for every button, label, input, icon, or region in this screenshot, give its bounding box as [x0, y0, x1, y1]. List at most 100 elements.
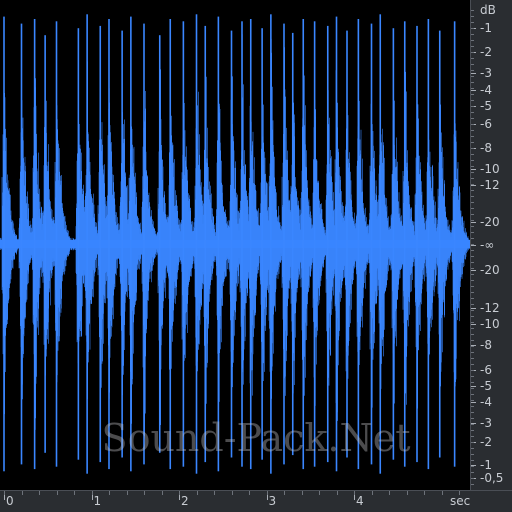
db-scale-label: -∞ [480, 238, 495, 252]
db-scale-label: -2 [480, 45, 492, 59]
db-minor-tick [471, 442, 474, 443]
time-minor-tick [214, 491, 215, 495]
waveform-burst [169, 19, 172, 470]
db-scale-label: -4 [480, 395, 492, 409]
db-minor-tick [471, 220, 474, 221]
waveform-burst [302, 19, 305, 470]
time-minor-tick [197, 491, 198, 495]
time-minor-tick [109, 491, 110, 495]
db-minor-tick [471, 292, 474, 293]
db-scale-label: -4 [480, 83, 492, 97]
waveform-burst [55, 21, 58, 467]
time-minor-tick [442, 491, 443, 495]
db-minor-tick [471, 136, 474, 137]
waveform-burst [230, 30, 233, 458]
db-minor-tick [471, 10, 474, 11]
waveform-burst [379, 14, 382, 474]
waveform-burst [158, 35, 161, 453]
time-minor-tick [372, 491, 373, 495]
db-minor-tick [471, 478, 474, 479]
waveform-burst [3, 16, 5, 472]
waveform-display[interactable] [0, 0, 470, 490]
db-minor-tick [471, 58, 474, 59]
db-scale-tick [471, 245, 476, 246]
waveform-burst [217, 16, 220, 472]
waveform-burst [427, 19, 430, 470]
db-scale-label: -6 [480, 363, 492, 377]
time-minor-tick [39, 491, 40, 495]
db-minor-tick [471, 376, 474, 377]
db-scale-label: -3 [480, 66, 492, 80]
db-scale-tick [471, 185, 476, 186]
waveform-burst [249, 19, 252, 470]
time-minor-tick [267, 491, 268, 495]
time-minor-tick [4, 491, 5, 495]
time-minor-tick [337, 491, 338, 495]
db-minor-tick [471, 394, 474, 395]
time-minor-tick [319, 491, 320, 495]
db-minor-tick [471, 52, 474, 53]
db-minor-tick [471, 430, 474, 431]
db-minor-tick [471, 466, 474, 467]
db-minor-tick [471, 418, 474, 419]
db-minor-tick [471, 148, 474, 149]
db-minor-tick [471, 208, 474, 209]
db-minor-tick [471, 214, 474, 215]
db-minor-tick [471, 172, 474, 173]
db-minor-tick [471, 310, 474, 311]
db-scale-label: -8 [480, 141, 492, 155]
time-minor-tick [232, 491, 233, 495]
db-minor-tick [471, 268, 474, 269]
db-minor-tick [471, 34, 474, 35]
db-minor-tick [471, 274, 474, 275]
db-scale-tick [471, 169, 476, 170]
db-minor-tick [471, 40, 474, 41]
waveform-burst [241, 21, 243, 467]
waveform-burst [326, 25, 329, 463]
db-minor-tick [471, 454, 474, 455]
time-scale-label: 2 [181, 494, 189, 508]
db-minor-tick [471, 340, 474, 341]
db-scale-label: -3 [480, 416, 492, 430]
waveform-burst [438, 30, 441, 458]
db-scale-tick [471, 222, 476, 223]
db-minor-tick [471, 190, 474, 191]
time-minor-tick [424, 491, 425, 495]
db-minor-tick [471, 244, 474, 245]
db-scale-label: -20 [480, 263, 500, 277]
time-minor-tick [57, 491, 58, 495]
waveform-canvas[interactable] [0, 0, 470, 490]
db-minor-tick [471, 436, 474, 437]
db-minor-tick [471, 280, 474, 281]
time-scale-label: 4 [356, 494, 364, 508]
waveform-burst [291, 32, 294, 456]
waveform-burst [283, 23, 285, 465]
db-minor-tick [471, 472, 474, 473]
db-minor-tick [471, 124, 474, 125]
db-scale-label: -10 [480, 162, 500, 176]
db-scale-label: -20 [480, 215, 500, 229]
time-minor-tick [22, 491, 23, 495]
db-minor-tick [471, 184, 474, 185]
db-minor-tick [471, 334, 474, 335]
db-minor-tick [471, 298, 474, 299]
waveform-burst [143, 23, 145, 465]
waveform-burst [86, 14, 88, 474]
db-scale-tick [471, 90, 476, 91]
waveform-burst [99, 25, 102, 463]
db-minor-tick [471, 352, 474, 353]
db-scale-tick [471, 73, 476, 74]
db-minor-tick [471, 46, 474, 47]
db-minor-tick [471, 16, 474, 17]
time-minor-tick [249, 491, 250, 495]
waveform-burst [416, 25, 418, 463]
db-scale-label: -5 [480, 99, 492, 113]
time-minor-tick [92, 491, 93, 495]
db-scale-label: -6 [480, 117, 492, 131]
db-minor-tick [471, 82, 474, 83]
db-minor-tick [471, 406, 474, 407]
db-minor-tick [471, 202, 474, 203]
time-minor-tick [407, 491, 408, 495]
db-unit-label: dB [480, 3, 496, 17]
db-scale-label: -12 [480, 178, 500, 192]
